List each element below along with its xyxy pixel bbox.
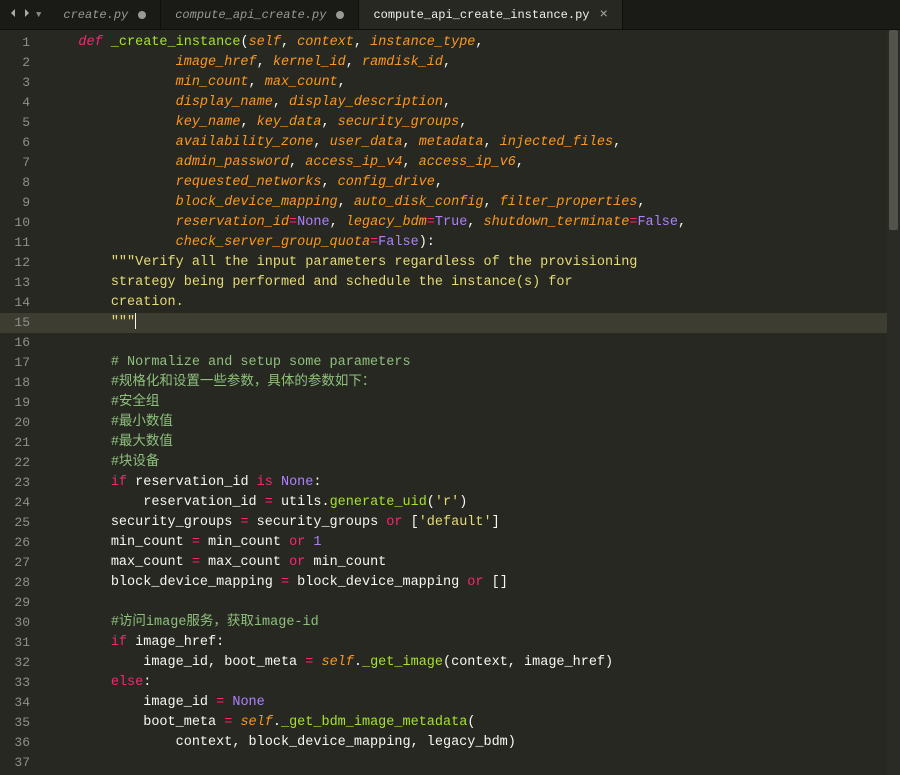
tab-compute_api_create_instance-py[interactable]: compute_api_create_instance.py × — [359, 0, 622, 29]
line-number: 13 — [0, 273, 46, 293]
code-line[interactable]: #访问image服务，获取image-id — [46, 613, 900, 633]
line-number: 22 — [0, 453, 46, 473]
code-line[interactable]: key_name, key_data, security_groups, — [46, 113, 900, 133]
code-line[interactable]: max_count = max_count or min_count — [46, 553, 900, 573]
line-number: 14 — [0, 293, 46, 313]
line-number: 17 — [0, 353, 46, 373]
line-number: 21 — [0, 433, 46, 453]
line-number: 18 — [0, 373, 46, 393]
code-line[interactable]: image_href, kernel_id, ramdisk_id, — [46, 53, 900, 73]
code-line[interactable]: if reservation_id is None: — [46, 473, 900, 493]
line-number: 32 — [0, 653, 46, 673]
tab-compute_api_create-py[interactable]: compute_api_create.py — [161, 0, 359, 29]
code-line[interactable]: """Verify all the input parameters regar… — [46, 253, 900, 273]
line-number: 35 — [0, 713, 46, 733]
code-line[interactable]: if image_href: — [46, 633, 900, 653]
nav-forward-icon[interactable] — [22, 7, 32, 23]
line-number: 12 — [0, 253, 46, 273]
code-line[interactable]: display_name, display_description, — [46, 93, 900, 113]
tab-bar: ▼ create.py compute_api_create.py compute_… — [0, 0, 900, 30]
code-line[interactable]: #最小数值 — [46, 413, 900, 433]
line-number: 29 — [0, 593, 46, 613]
code-line[interactable]: requested_networks, config_drive, — [46, 173, 900, 193]
tab-label: compute_api_create_instance.py — [373, 8, 589, 22]
code-line[interactable]: strategy being performed and schedule th… — [46, 273, 900, 293]
line-gutter: 1234567891011121314151617181920212223242… — [0, 30, 46, 775]
line-number: 1 — [0, 33, 46, 53]
code-line[interactable]: min_count = min_count or 1 — [46, 533, 900, 553]
code-line[interactable]: """ — [46, 313, 900, 333]
code-line[interactable]: reservation_id=None, legacy_bdm=True, sh… — [46, 213, 900, 233]
code-line[interactable]: def _create_instance(self, context, inst… — [46, 33, 900, 53]
code-line[interactable]: admin_password, access_ip_v4, access_ip_… — [46, 153, 900, 173]
line-number: 7 — [0, 153, 46, 173]
editor: 1234567891011121314151617181920212223242… — [0, 30, 900, 775]
code-line[interactable]: #安全组 — [46, 393, 900, 413]
line-number: 24 — [0, 493, 46, 513]
line-number: 2 — [0, 53, 46, 73]
line-number: 3 — [0, 73, 46, 93]
line-number: 4 — [0, 93, 46, 113]
line-number: 27 — [0, 553, 46, 573]
code-line[interactable]: boot_meta = self._get_bdm_image_metadata… — [46, 713, 900, 733]
code-line[interactable] — [46, 333, 900, 353]
code-line[interactable]: creation. — [46, 293, 900, 313]
code-line[interactable] — [46, 753, 900, 773]
code-line[interactable] — [46, 593, 900, 613]
code-line[interactable]: block_device_mapping = block_device_mapp… — [46, 573, 900, 593]
line-number: 10 — [0, 213, 46, 233]
line-number: 9 — [0, 193, 46, 213]
line-number: 15 — [0, 313, 46, 333]
code-line[interactable]: security_groups = security_groups or ['d… — [46, 513, 900, 533]
line-number: 26 — [0, 533, 46, 553]
close-icon[interactable]: × — [600, 7, 608, 23]
line-number: 31 — [0, 633, 46, 653]
tab-label: compute_api_create.py — [175, 8, 326, 22]
code-line[interactable]: availability_zone, user_data, metadata, … — [46, 133, 900, 153]
line-number: 11 — [0, 233, 46, 253]
code-line[interactable]: image_id = None — [46, 693, 900, 713]
line-number: 33 — [0, 673, 46, 693]
modified-dot-icon — [138, 11, 146, 19]
line-number: 8 — [0, 173, 46, 193]
line-number: 20 — [0, 413, 46, 433]
line-number: 16 — [0, 333, 46, 353]
scrollbar[interactable] — [887, 30, 900, 775]
scrollbar-thumb[interactable] — [889, 30, 898, 230]
code-line[interactable]: check_server_group_quota=False): — [46, 233, 900, 253]
nav-dropdown-icon[interactable]: ▼ — [36, 10, 41, 20]
code-line[interactable]: image_id, boot_meta = self._get_image(co… — [46, 653, 900, 673]
code-line[interactable]: reservation_id = utils.generate_uid('r') — [46, 493, 900, 513]
code-line[interactable]: # Normalize and setup some parameters — [46, 353, 900, 373]
line-number: 23 — [0, 473, 46, 493]
line-number: 19 — [0, 393, 46, 413]
code-line[interactable]: min_count, max_count, — [46, 73, 900, 93]
line-number: 37 — [0, 753, 46, 773]
code-area[interactable]: def _create_instance(self, context, inst… — [46, 30, 900, 775]
line-number: 6 — [0, 133, 46, 153]
nav-arrows: ▼ — [0, 0, 49, 29]
line-number: 25 — [0, 513, 46, 533]
nav-back-icon[interactable] — [8, 7, 18, 23]
tab-create-py[interactable]: create.py — [49, 0, 161, 29]
line-number: 5 — [0, 113, 46, 133]
line-number: 34 — [0, 693, 46, 713]
tab-label: create.py — [63, 8, 128, 22]
line-number: 30 — [0, 613, 46, 633]
line-number: 36 — [0, 733, 46, 753]
code-line[interactable]: #最大数值 — [46, 433, 900, 453]
code-line[interactable]: #块设备 — [46, 453, 900, 473]
line-number: 28 — [0, 573, 46, 593]
code-line[interactable]: block_device_mapping, auto_disk_config, … — [46, 193, 900, 213]
code-line[interactable]: context, block_device_mapping, legacy_bd… — [46, 733, 900, 753]
code-line[interactable]: #规格化和设置一些参数，具体的参数如下： — [46, 373, 900, 393]
modified-dot-icon — [336, 11, 344, 19]
code-line[interactable]: else: — [46, 673, 900, 693]
